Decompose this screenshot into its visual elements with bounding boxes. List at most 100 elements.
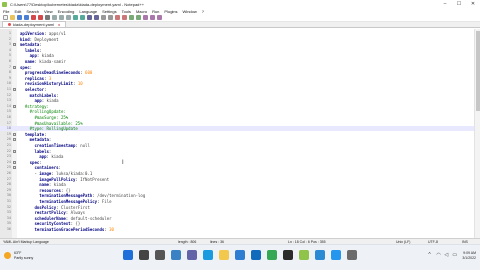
code-line[interactable]: 3- metadata: (0, 42, 474, 47)
scrollbar-thumb[interactable] (476, 31, 480, 111)
code-editor[interactable]: 1 apiVersion: apps/v1 2 kind: Deployment 3- m… (0, 29, 474, 238)
file-explorer-icon[interactable] (219, 250, 229, 260)
menu-item-settings[interactable]: Settings (102, 9, 116, 14)
indent-guide-icon[interactable] (136, 15, 141, 20)
fold-toggle-icon[interactable]: - (13, 104, 16, 108)
show-all-chars-icon[interactable] (129, 15, 134, 20)
windows-start-icon[interactable] (123, 250, 133, 260)
chrome-icon[interactable] (267, 250, 277, 260)
code-line[interactable]: 26 - image: luksa/kiada:0.1 (0, 171, 474, 176)
save-icon[interactable] (17, 15, 22, 20)
cut-icon[interactable] (52, 15, 57, 20)
menu-item-help[interactable]: ? (202, 9, 204, 14)
maximize-button[interactable]: ☐ (452, 0, 466, 8)
chat-icon[interactable] (187, 250, 197, 260)
menu-item-run[interactable]: Run (152, 9, 159, 14)
copy-icon[interactable] (59, 15, 64, 20)
menu-item-plugins[interactable]: Plugins (164, 9, 177, 14)
chevron-up-icon[interactable]: ^ (428, 253, 433, 258)
code-line[interactable]: 23 app: kiada (0, 154, 474, 159)
vertical-scrollbar[interactable] (474, 29, 480, 238)
close-button[interactable]: ✕ (466, 0, 480, 8)
settings-icon[interactable] (347, 250, 357, 260)
menu-item-macro[interactable]: Macro (136, 9, 147, 14)
open-file-icon[interactable] (10, 15, 15, 20)
save-all-icon[interactable] (24, 15, 29, 20)
menu-item-search[interactable]: Search (26, 9, 39, 14)
code-line[interactable]: 30 terminationMessagePath: /dev/terminat… (0, 193, 474, 198)
undo-icon[interactable] (73, 15, 78, 20)
menu-item-view[interactable]: View (44, 9, 53, 14)
code-line[interactable]: 27 imagePullPolicy: IfNotPresent (0, 177, 474, 182)
code-line[interactable]: 33 restartPolicy: Always (0, 210, 474, 215)
fold-toggle-icon[interactable]: - (13, 138, 16, 142)
menu-item-edit[interactable]: Edit (14, 9, 21, 14)
code-line[interactable]: 34 schedulerName: default-scheduler (0, 216, 474, 221)
search-icon[interactable] (139, 250, 149, 260)
replace-icon[interactable] (94, 15, 99, 20)
notepadpp-icon[interactable] (299, 250, 309, 260)
tab-kiada-deployment[interactable]: kiada-deployment.yaml x (2, 21, 67, 27)
code-line[interactable]: 18 #type: RollingUpdate (0, 126, 474, 132)
status-encoding[interactable]: UTF-8 (428, 240, 438, 244)
code-line[interactable]: 29 resources: {} (0, 188, 474, 193)
code-line[interactable]: 19- template: (0, 132, 474, 137)
wifi-icon[interactable]: ◠ (436, 253, 441, 258)
fold-toggle-icon[interactable]: - (13, 149, 16, 153)
code-line[interactable]: 24- spec: (0, 160, 474, 165)
stop-macro-icon[interactable] (150, 15, 155, 20)
code-line[interactable]: 21 creationTimestamp: null (0, 143, 474, 148)
fold-toggle-icon[interactable]: - (13, 132, 16, 136)
fold-toggle-icon[interactable]: - (13, 88, 16, 91)
code-line[interactable]: 8 progressDeadlineSeconds: 600 (0, 70, 474, 75)
code-line[interactable]: 6 name: kiada-samir (0, 59, 474, 64)
word-wrap-icon[interactable] (122, 15, 127, 20)
volume-icon[interactable]: ◁ (444, 253, 449, 258)
minimize-button[interactable]: – (438, 0, 452, 8)
menu-item-window[interactable]: Window (183, 9, 197, 14)
paste-icon[interactable] (66, 15, 71, 20)
record-macro-icon[interactable] (143, 15, 148, 20)
fold-toggle-icon[interactable]: - (13, 43, 16, 47)
docker-icon[interactable] (331, 250, 341, 260)
mail-icon[interactable] (251, 250, 261, 260)
code-line[interactable]: 35 securityContext: {} (0, 221, 474, 226)
code-line[interactable]: 17 #maxUnavailable: 25% (0, 121, 474, 126)
vscode-icon[interactable] (315, 250, 325, 260)
print-icon[interactable] (45, 15, 50, 20)
store-icon[interactable] (235, 250, 245, 260)
tab-close-icon[interactable]: x (58, 22, 60, 27)
fold-toggle-icon[interactable]: - (13, 160, 16, 164)
code-line[interactable]: 4 labels: (0, 48, 474, 53)
code-line[interactable]: 15 #rollingUpdate: (0, 109, 474, 114)
terminal-icon[interactable] (283, 250, 293, 260)
status-eol[interactable]: Unix (LF) (396, 240, 410, 244)
code-line[interactable]: 7- spec: (0, 65, 474, 70)
code-line[interactable]: 28 name: kiada (0, 182, 474, 187)
code-line[interactable]: 2 kind: Deployment (0, 37, 474, 42)
fold-toggle-icon[interactable]: - (13, 65, 16, 69)
code-line[interactable]: 22- labels: (0, 149, 474, 154)
redo-icon[interactable] (80, 15, 85, 20)
code-line[interactable]: 16 #maxSurge: 25% (0, 115, 474, 120)
edge-icon[interactable] (203, 250, 213, 260)
battery-icon[interactable]: ▭ (452, 253, 457, 258)
code-line[interactable]: 10 revisionHistoryLimit: 10 (0, 81, 474, 86)
sync-scroll-icon[interactable] (115, 15, 120, 20)
menu-item-language[interactable]: Language (79, 9, 97, 14)
close-file-icon[interactable] (31, 15, 36, 20)
code-line[interactable]: 9 replicas: 3 (0, 76, 474, 81)
find-icon[interactable] (87, 15, 92, 20)
fold-toggle-icon[interactable]: - (13, 166, 16, 170)
code-line[interactable]: 36 terminationGracePeriodSeconds: 30 (0, 227, 474, 232)
code-line[interactable]: 12 matchLabels: (0, 93, 474, 98)
code-line[interactable]: 20- metadata: (0, 137, 474, 142)
new-file-icon[interactable] (3, 15, 8, 20)
close-all-icon[interactable] (38, 15, 43, 20)
zoom-in-icon[interactable] (101, 15, 106, 20)
task-view-icon[interactable] (155, 250, 165, 260)
play-macro-icon[interactable] (157, 15, 162, 20)
menu-item-tools[interactable]: Tools (122, 9, 131, 14)
menu-item-file[interactable]: File (3, 9, 9, 14)
code-line[interactable]: 14- #strategy: (0, 104, 474, 109)
